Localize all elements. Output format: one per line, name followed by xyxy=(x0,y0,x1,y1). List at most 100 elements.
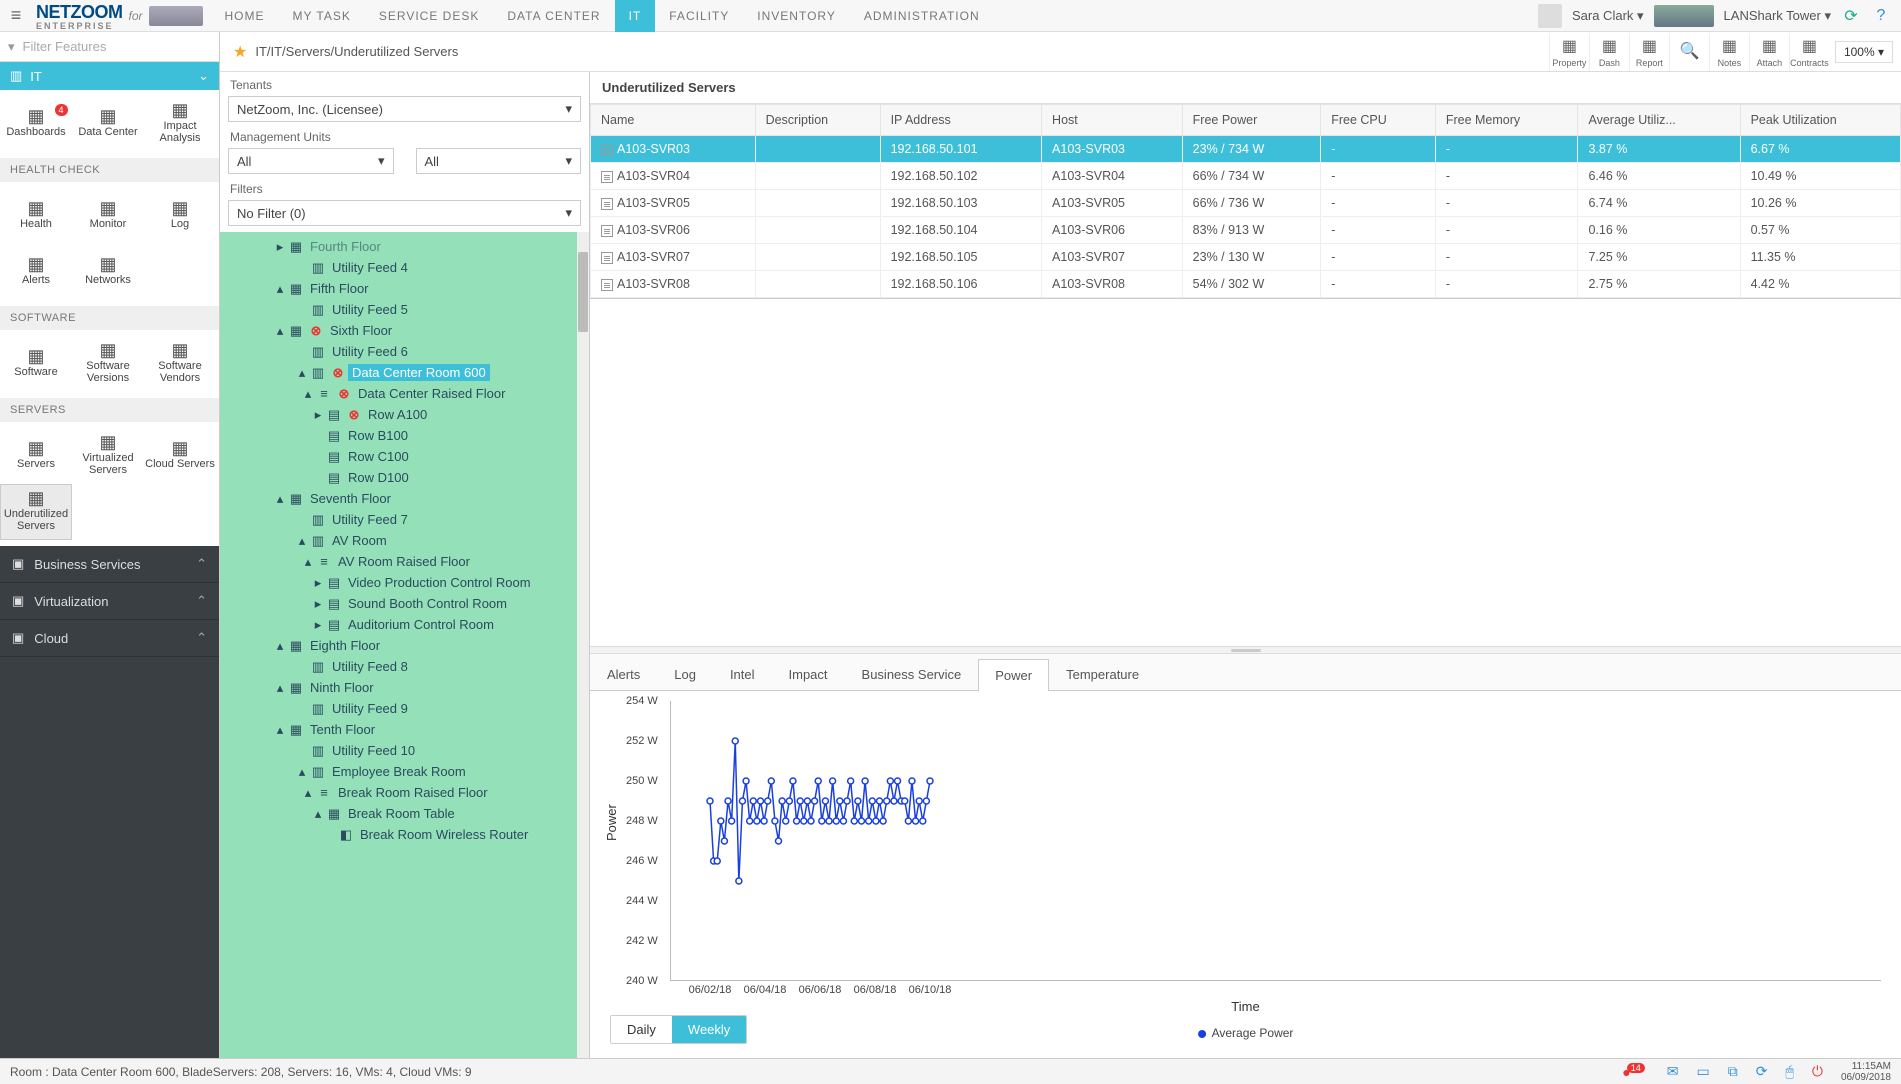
sidebar-dark-virtualization[interactable]: ▣Virtualization⌃ xyxy=(0,583,219,620)
range-weekly[interactable]: Weekly xyxy=(672,1016,746,1043)
favorite-star-icon[interactable]: ★ xyxy=(233,42,247,62)
nav-inventory[interactable]: INVENTORY xyxy=(743,0,850,32)
sidebar-item-health[interactable]: ▦Health xyxy=(0,188,72,244)
tree-node[interactable]: ▴▦Tenth Floor xyxy=(224,719,589,740)
table-row[interactable]: A103-SVR03192.168.50.101A103-SVR0323% / … xyxy=(591,136,1901,163)
tree-node[interactable]: ▴▥AV Room xyxy=(224,530,589,551)
zoom-level[interactable]: 100% ▾ xyxy=(1835,41,1893,63)
mouse-icon[interactable]: 🖱 xyxy=(1785,1063,1793,1080)
sidebar-impact-analysis[interactable]: ▦Impact Analysis xyxy=(144,96,216,152)
tree-node[interactable]: ▸▤Auditorium Control Room xyxy=(224,614,589,635)
tree-node[interactable]: ▥Utility Feed 6 xyxy=(224,341,589,362)
tree-node[interactable]: ▴≡⊗Data Center Raised Floor xyxy=(224,383,589,404)
location-dropdown[interactable]: LANShark Tower ▾ xyxy=(1724,8,1831,24)
tree-node[interactable]: ▥Utility Feed 8 xyxy=(224,656,589,677)
toolbar-attach[interactable]: ▦Attach xyxy=(1749,33,1789,71)
sidebar-item-log[interactable]: ▦Log xyxy=(144,188,216,244)
table-row[interactable]: A103-SVR04192.168.50.102A103-SVR0466% / … xyxy=(591,163,1901,190)
tree-node[interactable]: ▤Row C100 xyxy=(224,446,589,467)
tab-power[interactable]: Power xyxy=(978,659,1049,691)
sidebar-dashboards[interactable]: ▦4Dashboards xyxy=(0,96,72,152)
tree-node[interactable]: ▥Utility Feed 7 xyxy=(224,509,589,530)
sync-icon[interactable]: ⟳ xyxy=(1756,1063,1768,1080)
sidebar-dark-business-services[interactable]: ▣Business Services⌃ xyxy=(0,546,219,583)
menu-toggle-icon[interactable]: ≡ xyxy=(0,5,32,26)
nav-administration[interactable]: ADMINISTRATION xyxy=(850,0,994,32)
nav-home[interactable]: HOME xyxy=(211,0,279,32)
col-header[interactable]: Free Power xyxy=(1182,105,1321,136)
tab-alerts[interactable]: Alerts xyxy=(590,658,657,690)
nav-facility[interactable]: FACILITY xyxy=(655,0,743,32)
tree-node[interactable]: ▴▦Break Room Table xyxy=(224,803,589,824)
mail-icon[interactable]: ✉ xyxy=(1667,1063,1679,1080)
toolbar-report[interactable]: ▦Report xyxy=(1629,33,1669,71)
sidebar-item-servers[interactable]: ▦Servers xyxy=(0,428,72,484)
col-header[interactable]: Name xyxy=(591,105,756,136)
table-row[interactable]: A103-SVR06192.168.50.104A103-SVR0683% / … xyxy=(591,217,1901,244)
filter-features-input[interactable]: ▾ Filter Features xyxy=(0,32,219,62)
toolbar-contracts[interactable]: ▦Contracts xyxy=(1789,33,1829,71)
tree-node[interactable]: ▥Utility Feed 9 xyxy=(224,698,589,719)
tab-temperature[interactable]: Temperature xyxy=(1049,658,1156,690)
tree-node[interactable]: ◧Break Room Wireless Router xyxy=(224,824,589,845)
range-daily[interactable]: Daily xyxy=(611,1016,672,1043)
tree-node[interactable]: ▴▦Ninth Floor xyxy=(224,677,589,698)
sidebar-item-monitor[interactable]: ▦Monitor xyxy=(72,188,144,244)
col-header[interactable]: Peak Utilization xyxy=(1740,105,1900,136)
sidebar-section-it[interactable]: ▥ IT ⌄ xyxy=(0,62,219,90)
chat-icon[interactable]: ▭ xyxy=(1696,1063,1709,1080)
tab-log[interactable]: Log xyxy=(657,658,713,690)
sidebar-data-center[interactable]: ▦Data Center xyxy=(72,96,144,152)
nav-my-task[interactable]: MY TASK xyxy=(279,0,365,32)
help-icon[interactable]: ? xyxy=(1871,6,1891,26)
user-name-dropdown[interactable]: Sara Clark ▾ xyxy=(1572,8,1644,24)
col-header[interactable]: IP Address xyxy=(880,105,1041,136)
sidebar-item-software[interactable]: ▦Software xyxy=(0,336,72,392)
tree-scrollbar[interactable] xyxy=(577,232,589,1058)
tree-node[interactable]: ▴▥⊗Data Center Room 600 xyxy=(224,362,589,383)
table-row[interactable]: A103-SVR05192.168.50.103A103-SVR0566% / … xyxy=(591,190,1901,217)
toolbar-notes[interactable]: ▦Notes xyxy=(1709,33,1749,71)
refresh-icon[interactable]: ⟳ xyxy=(1841,6,1861,26)
tab-impact[interactable]: Impact xyxy=(772,658,845,690)
sidebar-item-software-vendors[interactable]: ▦Software Vendors xyxy=(144,336,216,392)
nav-data-center[interactable]: DATA CENTER xyxy=(493,0,614,32)
tree-node[interactable]: ▴≡AV Room Raised Floor xyxy=(224,551,589,572)
sidebar-item-underutilized-servers[interactable]: ▦Underutilized Servers xyxy=(0,484,72,540)
horizontal-splitter[interactable] xyxy=(590,646,1901,654)
nav-service-desk[interactable]: SERVICE DESK xyxy=(365,0,493,32)
table-row[interactable]: A103-SVR08192.168.50.106A103-SVR0854% / … xyxy=(591,271,1901,298)
tree-node[interactable]: ▸▤Video Production Control Room xyxy=(224,572,589,593)
tree-node[interactable]: ▸▦Fourth Floor xyxy=(224,236,589,257)
windows-icon[interactable]: ⧉ xyxy=(1728,1063,1738,1080)
tree-node[interactable]: ▴▦Fifth Floor xyxy=(224,278,589,299)
nav-it[interactable]: IT xyxy=(615,0,656,32)
user-avatar[interactable] xyxy=(1538,4,1562,28)
tree-node[interactable]: ▴≡Break Room Raised Floor xyxy=(224,782,589,803)
tree-node[interactable]: ▥Utility Feed 10 xyxy=(224,740,589,761)
sidebar-item-networks[interactable]: ▦Networks xyxy=(72,244,144,300)
tree-node[interactable]: ▸▤⊗Row A100 xyxy=(224,404,589,425)
col-header[interactable]: Free Memory xyxy=(1435,105,1578,136)
toolbar-property[interactable]: ▦Property xyxy=(1549,33,1589,71)
toolbar-search[interactable]: 🔍 xyxy=(1669,33,1709,71)
tree-node[interactable]: ▤Row D100 xyxy=(224,467,589,488)
col-header[interactable]: Description xyxy=(755,105,880,136)
tab-business-service[interactable]: Business Service xyxy=(845,658,979,690)
power-icon[interactable]: ⏻ xyxy=(1812,1063,1823,1080)
status-alerts-icon[interactable]: ●14 xyxy=(1622,1064,1648,1080)
sidebar-item-cloud-servers[interactable]: ▦Cloud Servers xyxy=(144,428,216,484)
tree-node[interactable]: ▴▦Eighth Floor xyxy=(224,635,589,656)
sidebar-item-virtualized-servers[interactable]: ▦Virtualized Servers xyxy=(72,428,144,484)
tree-node[interactable]: ▤Row B100 xyxy=(224,425,589,446)
mu-select-1[interactable]: All▾ xyxy=(228,148,394,174)
col-header[interactable]: Free CPU xyxy=(1321,105,1436,136)
sidebar-item-alerts[interactable]: ▦Alerts xyxy=(0,244,72,300)
tree-node[interactable]: ▴▦⊗Sixth Floor xyxy=(224,320,589,341)
tree-node[interactable]: ▴▦Seventh Floor xyxy=(224,488,589,509)
filter-select[interactable]: No Filter (0)▾ xyxy=(228,200,581,226)
sidebar-item-software-versions[interactable]: ▦Software Versions xyxy=(72,336,144,392)
tenant-select[interactable]: NetZoom, Inc. (Licensee)▾ xyxy=(228,96,581,122)
col-header[interactable]: Host xyxy=(1042,105,1183,136)
sidebar-dark-cloud[interactable]: ▣Cloud⌃ xyxy=(0,620,219,657)
